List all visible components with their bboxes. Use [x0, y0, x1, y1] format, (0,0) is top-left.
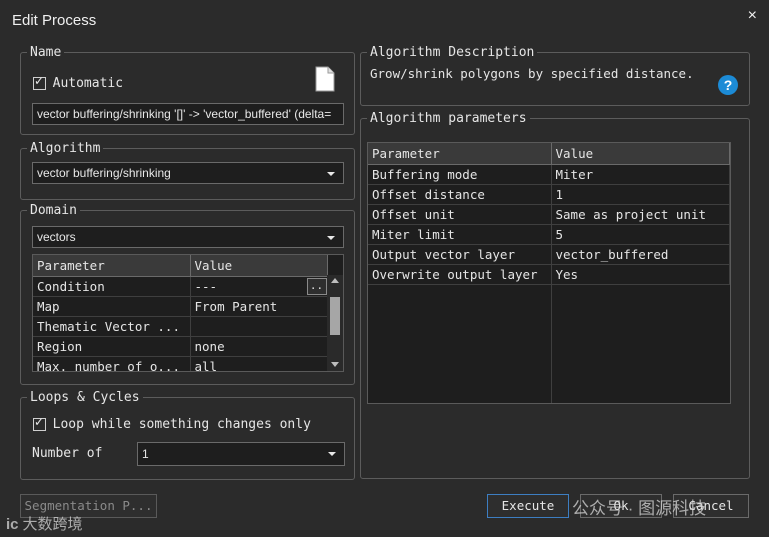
automatic-checkbox-row[interactable]: Automatic	[33, 74, 124, 91]
scrollbar-thumb[interactable]	[330, 297, 340, 335]
loop-checkbox-row[interactable]: Loop while something changes only	[33, 415, 311, 432]
loop-label: Loop while something changes only	[52, 417, 311, 432]
name-legend: Name	[30, 45, 62, 60]
domain-row-value[interactable]: none	[190, 336, 328, 357]
table-row[interactable]: Buffering mode Miter	[368, 164, 730, 185]
number-of-select[interactable]: 1	[137, 442, 345, 466]
window-title: Edit Process	[12, 12, 97, 29]
domain-row-value[interactable]: From Parent	[190, 296, 328, 317]
watermark-left: ic 大数跨境	[6, 513, 83, 534]
domain-header-value: Value	[190, 255, 328, 277]
scroll-up-icon[interactable]	[331, 278, 339, 283]
domain-row-value-text: ---	[194, 279, 218, 294]
ellipsis-button[interactable]: ..	[306, 278, 326, 295]
parameter-value[interactable]: Miter	[551, 164, 730, 185]
description-legend: Algorithm Description	[370, 45, 535, 60]
table-row[interactable]: Miter limit 5	[368, 224, 730, 245]
domain-legend: Domain	[30, 203, 77, 218]
domain-row-parameter: Map	[33, 296, 191, 317]
number-of-label: Number of	[32, 446, 103, 461]
parameter-name: Buffering mode	[368, 164, 552, 185]
watermark-left-text: 大数跨境	[22, 516, 83, 533]
table-row[interactable]: Offset unit Same as project unit	[368, 204, 730, 225]
algorithm-parameter-table: Parameter Value Buffering mode Miter Off…	[368, 143, 730, 285]
watermark-logo-icon: ic	[6, 516, 19, 533]
close-icon[interactable]: ×	[748, 7, 757, 25]
parameter-name: Miter limit	[368, 224, 552, 245]
domain-parameter-table-container: Parameter Value Condition --- .. Map Fro…	[32, 254, 344, 372]
algorithm-description-text: Grow/shrink polygons by specified distan…	[370, 66, 694, 81]
loops-group: Loops & Cycles	[20, 390, 355, 480]
table-row[interactable]: Output vector layer vector_buffered	[368, 244, 730, 265]
loop-checkbox[interactable]	[33, 415, 46, 432]
parameters-legend: Algorithm parameters	[370, 111, 527, 126]
parameters-header-value: Value	[551, 143, 730, 165]
algorithm-parameter-table-container: Parameter Value Buffering mode Miter Off…	[367, 142, 731, 404]
domain-header-parameter: Parameter	[33, 255, 191, 277]
parameter-value[interactable]: Same as project unit	[551, 204, 730, 225]
watermark-right: 公众号 · 图源科技	[572, 499, 707, 518]
table-row[interactable]: Thematic Vector ...	[33, 316, 328, 337]
title-bar: Edit Process ×	[0, 0, 769, 40]
parameter-value[interactable]: vector_buffered	[551, 244, 730, 265]
domain-row-value[interactable]: --- ..	[190, 276, 328, 297]
parameter-value[interactable]: 5	[551, 224, 730, 245]
table-row[interactable]: Max. number of o... all	[33, 356, 328, 371]
scroll-down-icon[interactable]	[331, 362, 339, 367]
parameter-value[interactable]: 1	[551, 184, 730, 205]
algorithm-legend: Algorithm	[30, 141, 101, 156]
table-row[interactable]: Map From Parent	[33, 296, 328, 317]
automatic-label: Automatic	[52, 76, 124, 91]
parameter-name: Overwrite output layer	[368, 264, 552, 285]
domain-row-parameter: Max. number of o...	[33, 356, 191, 371]
automatic-checkbox[interactable]	[33, 74, 46, 91]
algorithm-select[interactable]: vector buffering/shrinking	[32, 162, 344, 184]
table-row[interactable]: Offset distance 1	[368, 184, 730, 205]
parameter-value[interactable]: Yes	[551, 264, 730, 285]
table-row[interactable]: Overwrite output layer Yes	[368, 264, 730, 285]
document-icon[interactable]	[315, 66, 335, 92]
domain-row-parameter: Condition	[33, 276, 191, 297]
domain-row-value[interactable]: all	[190, 356, 328, 371]
domain-parameter-table: Parameter Value Condition --- .. Map Fro…	[33, 255, 328, 371]
table-row[interactable]: Condition --- ..	[33, 276, 328, 297]
table-row[interactable]: Region none	[33, 336, 328, 357]
execute-button[interactable]: Execute	[487, 494, 569, 518]
parameters-header-parameter: Parameter	[368, 143, 552, 165]
domain-row-parameter: Region	[33, 336, 191, 357]
parameter-table-column-divider	[551, 165, 552, 403]
parameter-name: Output vector layer	[368, 244, 552, 265]
parameter-name: Offset unit	[368, 204, 552, 225]
domain-select[interactable]: vectors	[32, 226, 344, 248]
parameter-name: Offset distance	[368, 184, 552, 205]
domain-row-value[interactable]	[190, 316, 328, 337]
process-name-input[interactable]: vector buffering/shrinking '[]' -> 'vect…	[32, 103, 344, 125]
help-icon[interactable]: ?	[718, 75, 738, 95]
domain-row-parameter: Thematic Vector ...	[33, 316, 191, 337]
domain-table-scrollbar[interactable]	[327, 275, 343, 371]
loops-legend: Loops & Cycles	[30, 390, 140, 405]
